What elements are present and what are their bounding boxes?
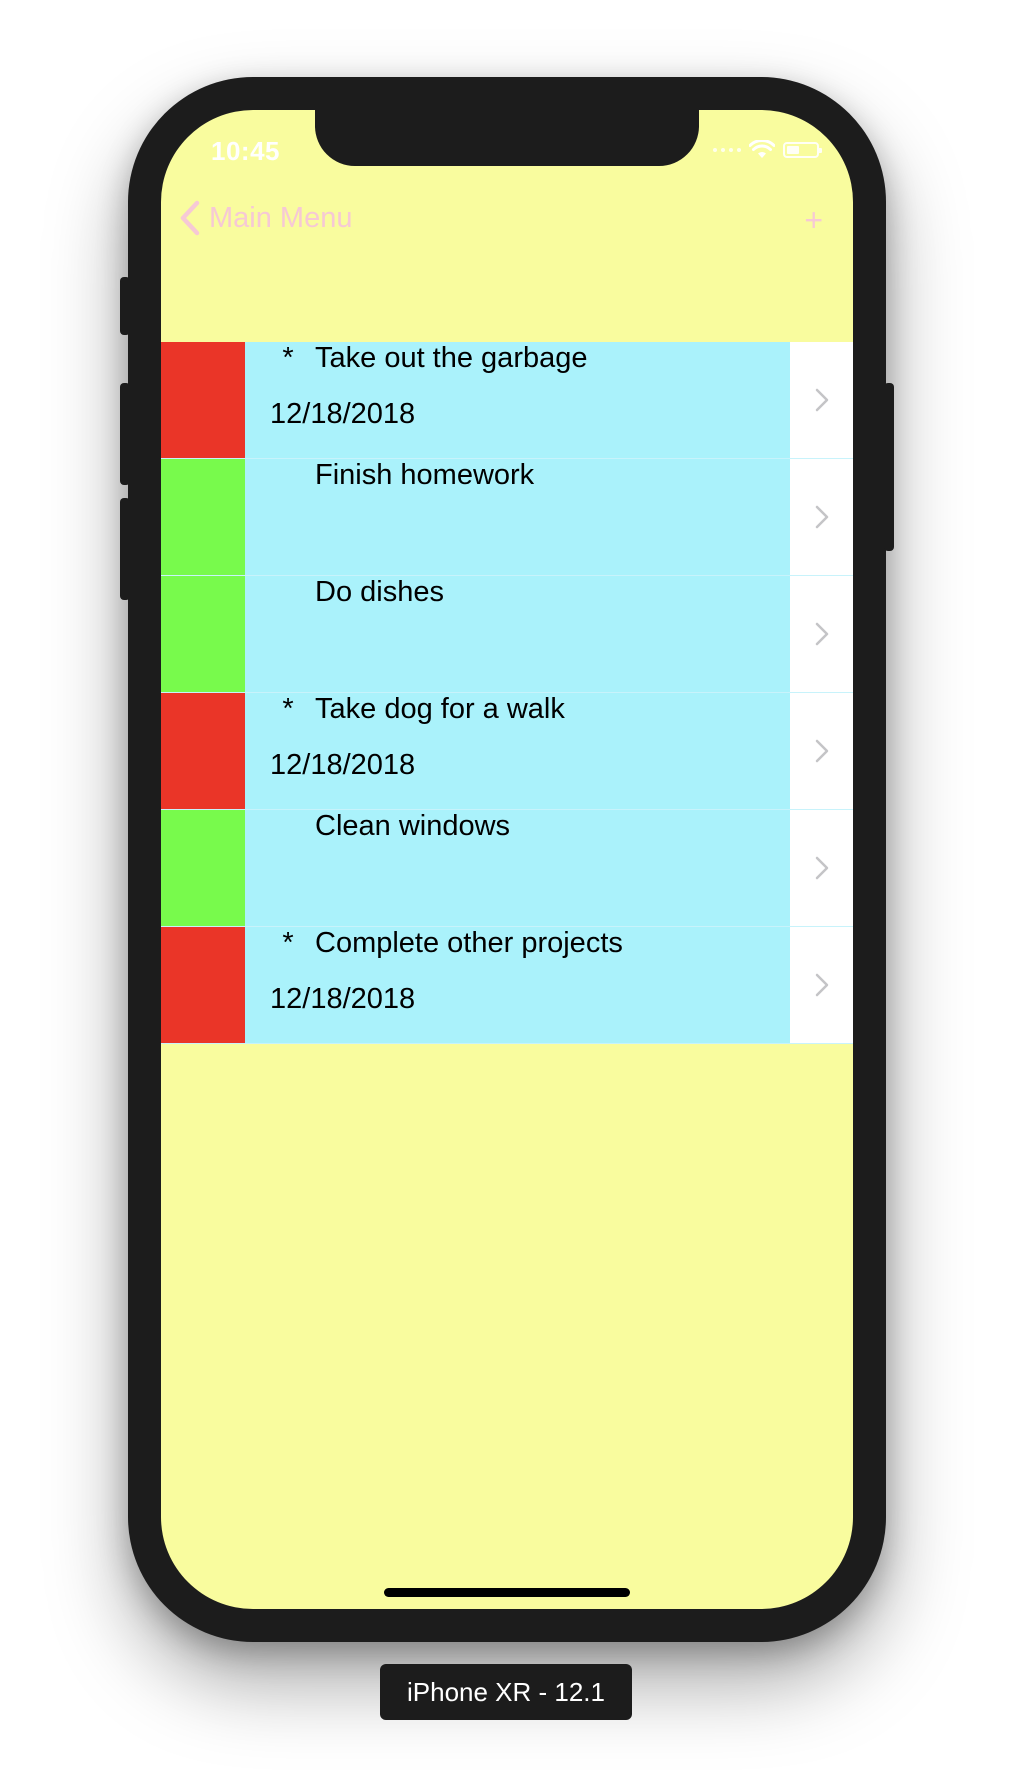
priority-indicator [161,693,245,809]
app-screen: 10:45 Main Menu + * Take out the garbage 1… [161,110,853,1609]
priority-indicator [161,576,245,692]
priority-indicator [161,342,245,458]
disclosure-indicator[interactable] [790,342,853,458]
task-content: Finish homework [245,459,790,575]
task-row[interactable]: Clean windows [161,810,853,927]
task-row[interactable]: * Take out the garbage 12/18/2018 [161,342,853,459]
task-date: 12/18/2018 [270,983,416,1015]
task-content: * Take dog for a walk 12/18/2018 [245,693,790,809]
task-title: Complete other projects [315,926,623,959]
wifi-icon [749,140,775,158]
disclosure-indicator[interactable] [790,810,853,926]
task-content: Do dishes [245,576,790,692]
disclosure-indicator[interactable] [790,693,853,809]
device-label: iPhone XR - 12.1 [380,1664,632,1720]
chevron-right-icon [815,388,828,412]
task-title: Take dog for a walk [315,692,565,725]
priority-indicator [161,459,245,575]
task-marker: * [282,926,294,959]
silent-switch [120,277,130,335]
chevron-right-icon [815,739,828,763]
task-row[interactable]: Do dishes [161,576,853,693]
task-row[interactable]: * Take dog for a walk 12/18/2018 [161,693,853,810]
task-marker: * [282,692,294,725]
task-title-line: Finish homework [271,459,534,491]
task-content: * Take out the garbage 12/18/2018 [245,342,790,458]
disclosure-indicator[interactable] [790,927,853,1043]
disclosure-indicator[interactable] [790,459,853,575]
task-row[interactable]: * Complete other projects 12/18/2018 [161,927,853,1044]
status-time: 10:45 [211,136,280,166]
chevron-right-icon [815,622,828,646]
battery-icon [783,142,822,158]
task-content: Clean windows [245,810,790,926]
task-date: 12/18/2018 [270,398,416,430]
signal-icon [713,148,741,152]
home-indicator[interactable] [384,1588,630,1597]
chevron-right-icon [815,505,828,529]
task-title-line: * Take out the garbage [271,342,587,374]
task-marker: * [282,341,294,374]
task-title-line: * Take dog for a walk [271,693,565,725]
disclosure-indicator[interactable] [790,576,853,692]
chevron-right-icon [815,856,828,880]
add-button[interactable]: + [804,202,823,239]
task-title-line: * Complete other projects [271,927,623,959]
chevron-right-icon [815,973,828,997]
volume-down-button [120,498,130,600]
task-title: Do dishes [315,575,444,608]
task-title: Take out the garbage [315,341,588,374]
priority-indicator [161,810,245,926]
back-button-label: Main Menu [209,201,353,234]
task-row[interactable]: Finish homework [161,459,853,576]
task-date: 12/18/2018 [270,749,416,781]
volume-up-button [120,383,130,485]
back-button[interactable]: Main Menu [179,200,352,236]
priority-indicator [161,927,245,1043]
task-content: * Complete other projects 12/18/2018 [245,927,790,1043]
task-title-line: Clean windows [271,810,510,842]
notch [315,110,699,166]
task-title: Clean windows [315,809,511,842]
power-button [884,383,894,551]
task-title-line: Do dishes [271,576,444,608]
task-title: Finish homework [315,458,535,491]
chevron-left-icon [180,200,200,236]
status-icons [713,140,822,160]
task-table: * Take out the garbage 12/18/2018 Finish ho… [161,342,853,1044]
